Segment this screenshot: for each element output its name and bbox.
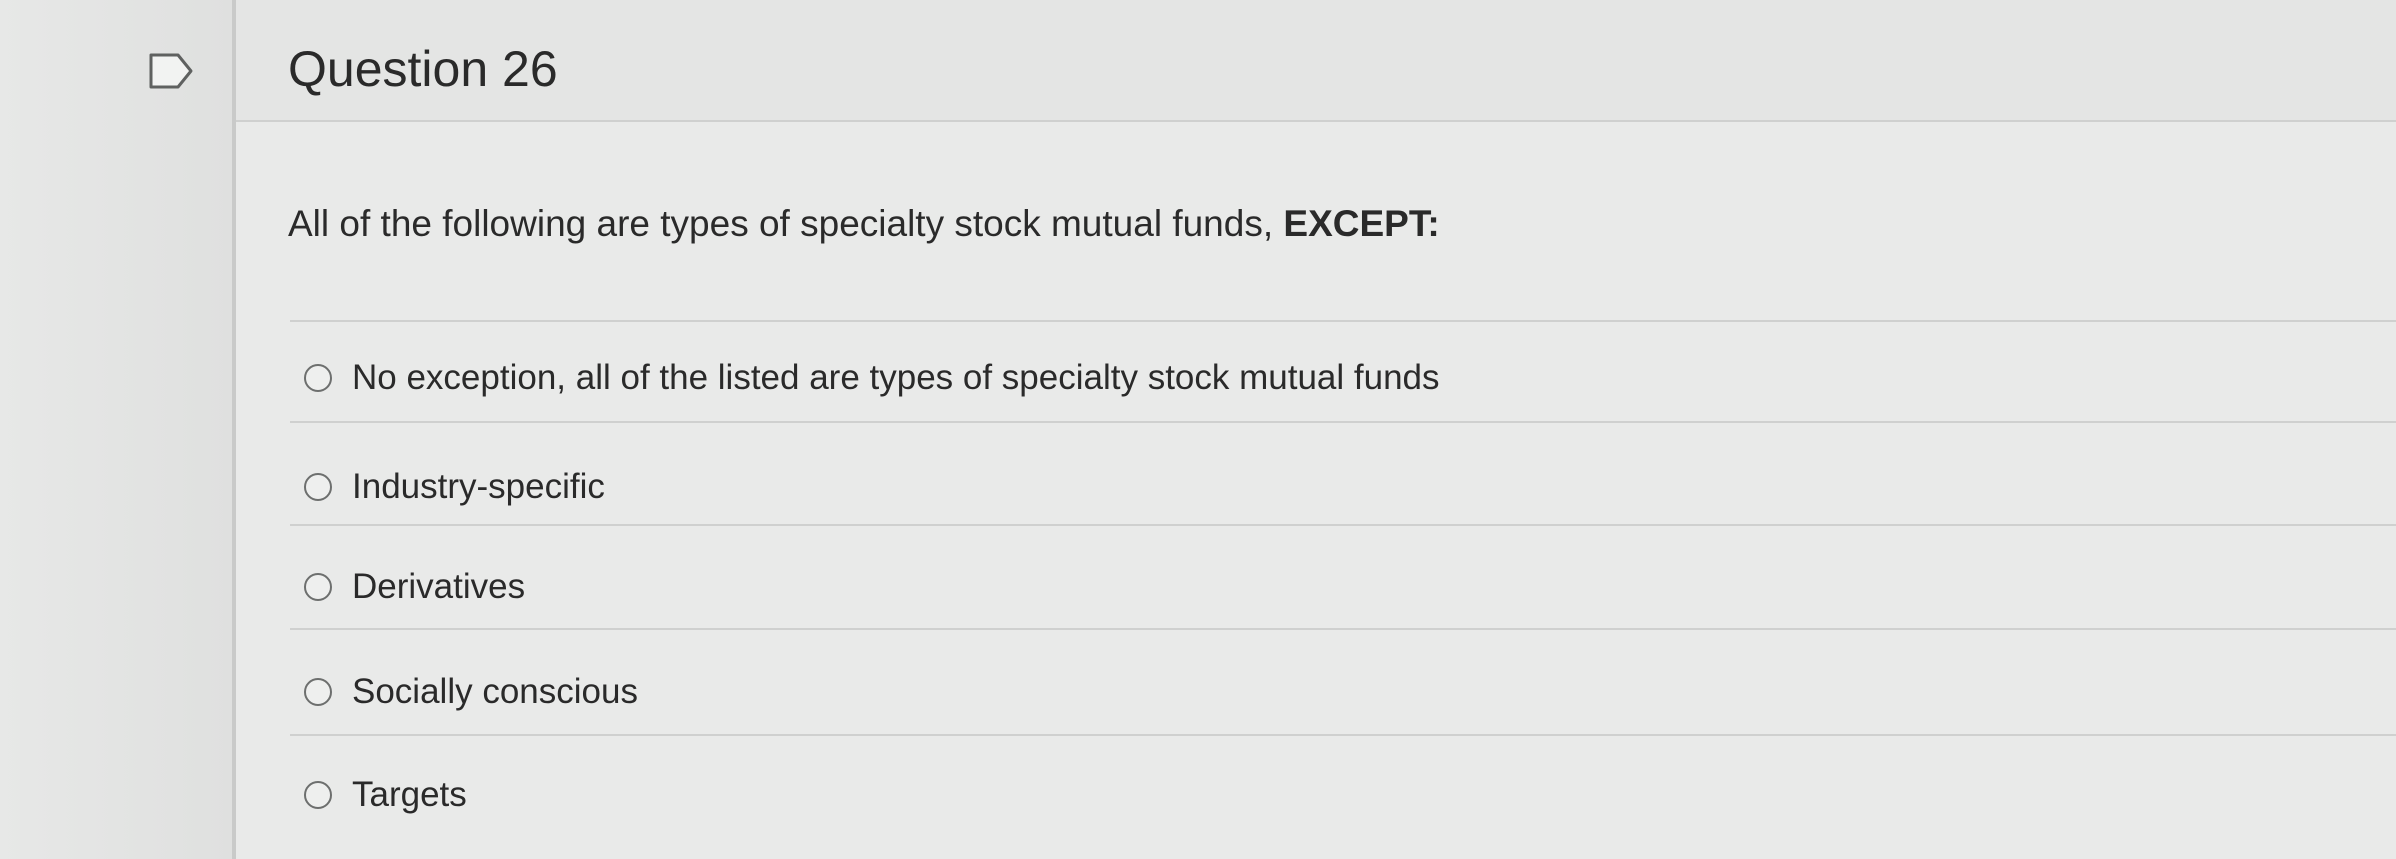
- flag-outline-icon[interactable]: [148, 52, 194, 90]
- radio-button[interactable]: [304, 573, 332, 601]
- answer-option-targets[interactable]: Targets: [304, 765, 467, 825]
- answer-label: Targets: [352, 775, 467, 814]
- divider: [290, 628, 2396, 630]
- divider: [290, 524, 2396, 526]
- divider: [290, 734, 2396, 736]
- answer-label: No exception, all of the listed are type…: [352, 358, 1440, 397]
- answer-label: Socially conscious: [352, 672, 638, 711]
- radio-button[interactable]: [304, 473, 332, 501]
- radio-button[interactable]: [304, 364, 332, 392]
- answer-label: Derivatives: [352, 567, 526, 606]
- answer-option-socially-conscious[interactable]: Socially conscious: [304, 662, 638, 722]
- radio-button[interactable]: [304, 678, 332, 706]
- answer-option-derivatives[interactable]: Derivatives: [304, 557, 525, 617]
- answer-list: No exception, all of the listed are type…: [236, 0, 2396, 859]
- answer-option-no-exception[interactable]: No exception, all of the listed are type…: [304, 348, 1440, 408]
- answer-label: Industry-specific: [352, 467, 605, 506]
- radio-button[interactable]: [304, 781, 332, 809]
- left-margin: [0, 0, 232, 859]
- divider: [290, 421, 2396, 423]
- question-card: Question 26 All of the following are typ…: [232, 0, 2396, 859]
- answer-option-industry-specific[interactable]: Industry-specific: [304, 457, 605, 517]
